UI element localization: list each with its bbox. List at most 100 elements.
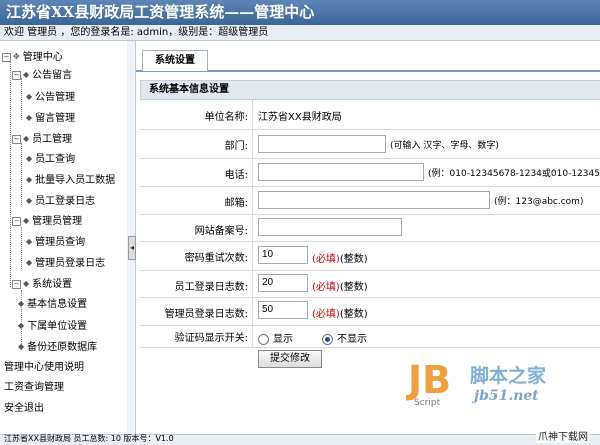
tree-group-employees[interactable]: − ◆ 员工管理 xyxy=(12,129,72,149)
sidebar-item-label: 基本信息设置 xyxy=(27,299,88,310)
node-icon: ◆ xyxy=(26,154,33,163)
unit-name-value: 江苏省XX县财政局 xyxy=(258,112,342,123)
tree-group-system-settings[interactable]: − ◆ 系统设置 xyxy=(12,274,72,294)
form-row-phone: 电话: (例：010-12345678-1234或010-12345678或 xyxy=(140,159,600,187)
sidebar-item-employee-login-log[interactable]: ◆ 员工登录日志 xyxy=(26,191,95,211)
watermark-brand: 脚本之家 xyxy=(470,365,547,387)
form-row-department: 部门: (可输入 汉字、字母、数字) xyxy=(140,130,600,159)
tree-connector xyxy=(10,59,11,287)
panel-title: 系统基本信息设置 xyxy=(140,80,600,100)
row-divider xyxy=(252,215,253,241)
sidebar-link-salary-query[interactable]: 工资查询管理 xyxy=(4,378,64,398)
required-marker: (必填) xyxy=(312,282,340,293)
sidebar-link-help[interactable]: 管理中心使用说明 xyxy=(4,358,84,378)
submit-button[interactable]: 提交修改 xyxy=(258,350,322,368)
sidebar-item-backup-restore[interactable]: ◆ 备份还原数据库 xyxy=(18,337,97,357)
radio-hide[interactable] xyxy=(322,333,333,345)
integer-note: (整数) xyxy=(339,309,368,320)
department-hint: (可输入 汉字、字母、数字) xyxy=(390,141,499,151)
node-icon: ◆ xyxy=(18,299,25,308)
radio-show[interactable] xyxy=(258,333,269,345)
captcha-hide-option[interactable]: 不显示 xyxy=(322,330,367,345)
sidebar-item-label: 批量导入员工数据 xyxy=(35,175,116,186)
password-retry-input[interactable] xyxy=(258,246,308,264)
captcha-show-option[interactable]: 显示 xyxy=(258,330,293,345)
sidebar-item-message-mgmt[interactable]: ◆ 留言管理 xyxy=(26,108,75,128)
sidebar-item-label: 留言管理 xyxy=(35,113,76,124)
node-icon: ◆ xyxy=(23,134,30,143)
form-row-emp-log-days: 员工登录日志数: (必填)(整数) xyxy=(140,271,600,298)
radio-show-label: 显示 xyxy=(273,334,293,345)
department-label: 部门: xyxy=(224,141,248,152)
email-input[interactable] xyxy=(258,191,490,209)
sidebar-item-subunits[interactable]: ◆ 下属单位设置 xyxy=(18,316,87,336)
integer-note: (整数) xyxy=(339,282,368,293)
sidebar-item-label: 公告管理 xyxy=(35,92,76,103)
admin-log-days-input[interactable] xyxy=(258,301,308,319)
root-node-icon: ✥ xyxy=(13,52,20,61)
sidebar-item-label: 管理员登录日志 xyxy=(35,258,106,269)
row-divider xyxy=(252,130,253,158)
logo-letters: JB xyxy=(406,358,451,402)
welcome-text: 欢迎 管理员 ，您的登录名是: admin，级别是：超级管理员 xyxy=(4,27,269,38)
tree-group-admins[interactable]: − ◆ 管理员管理 xyxy=(12,211,82,231)
node-icon: ◆ xyxy=(26,258,33,267)
node-icon: ◆ xyxy=(23,70,30,79)
node-icon: ◆ xyxy=(23,279,30,288)
sidebar-item-basic-info[interactable]: ◆ 基本信息设置 xyxy=(18,294,87,314)
sidebar-item-batch-import[interactable]: ◆ 批量导入员工数据 xyxy=(26,170,115,190)
email-label: 邮箱: xyxy=(224,198,248,209)
collapse-icon[interactable]: − xyxy=(12,216,21,226)
node-icon: ◆ xyxy=(26,237,33,246)
icp-input[interactable] xyxy=(258,218,402,236)
emp-log-days-label: 员工登录日志数: xyxy=(174,282,248,293)
form-row-unit-name: 单位名称: 江苏省XX县财政局 xyxy=(140,99,600,130)
welcome-bar: 欢迎 管理员 ，您的登录名是: admin，级别是：超级管理员 xyxy=(0,25,600,41)
collapse-icon[interactable]: − xyxy=(2,52,11,62)
collapse-icon[interactable]: − xyxy=(12,70,21,80)
emp-log-days-input[interactable] xyxy=(258,274,308,292)
tree-connector xyxy=(21,143,22,205)
department-input[interactable] xyxy=(258,135,386,153)
watermark-domain: jb51.net xyxy=(474,388,539,404)
icp-label: 网站备案号: xyxy=(194,226,248,237)
form-row-icp: 网站备案号: xyxy=(140,215,600,242)
required-marker: (必填) xyxy=(312,254,340,265)
emp-log-days-hint: (必填)(整数) xyxy=(312,278,368,293)
tree-group-announcements[interactable]: − ◆ 公告留言 xyxy=(12,65,72,85)
logo-caption: Script xyxy=(414,398,441,407)
row-divider xyxy=(252,242,253,270)
tree-group-label: 管理员管理 xyxy=(32,216,83,227)
collapse-sidebar-icon[interactable]: ◂ xyxy=(128,236,136,260)
sidebar-link-logout[interactable]: 安全退出 xyxy=(4,399,44,419)
collapse-icon[interactable]: − xyxy=(12,279,21,289)
phone-hint: (例：010-12345678-1234或010-12345678或 xyxy=(428,169,600,179)
row-divider xyxy=(252,326,253,347)
tree-root-management[interactable]: − ✥ 管理中心 xyxy=(2,47,63,67)
sidebar-item-employee-query[interactable]: ◆ 员工查询 xyxy=(26,149,75,169)
tree-root-label: 管理中心 xyxy=(22,52,63,63)
tab-system-settings[interactable]: 系统设置 xyxy=(142,50,208,71)
password-retry-label: 密码重试次数: xyxy=(184,253,248,264)
panel-title-text: 系统基本信息设置 xyxy=(149,84,229,95)
node-icon: ◆ xyxy=(26,113,33,122)
phone-label: 电话: xyxy=(224,170,248,181)
tree-connector xyxy=(21,227,22,269)
node-icon: ◆ xyxy=(18,342,25,351)
email-hint: (例：123@abc.com) xyxy=(494,197,584,207)
password-retry-hint: (必填)(整数) xyxy=(312,250,368,265)
sidebar-item-label: 管理员查询 xyxy=(35,237,86,248)
status-text: 江苏省XX县财政局 员工总数: 10 版本号：V1.0 xyxy=(4,434,174,443)
collapse-icon[interactable]: − xyxy=(12,134,21,144)
admin-log-days-hint: (必填)(整数) xyxy=(312,305,368,320)
sidebar-item-admin-login-log[interactable]: ◆ 管理员登录日志 xyxy=(26,253,105,273)
tree-group-label: 系统设置 xyxy=(32,279,73,290)
sidebar-item-admin-query[interactable]: ◆ 管理员查询 xyxy=(26,232,85,252)
node-icon: ◆ xyxy=(26,175,33,184)
sidebar-item-announcement-mgmt[interactable]: ◆ 公告管理 xyxy=(26,87,75,107)
watermark-corner: 爪神下载网 xyxy=(536,428,590,443)
phone-input[interactable] xyxy=(258,163,424,181)
form-row-captcha: 验证码显示开关: 显示 不显示 xyxy=(140,326,600,348)
form-row-email: 邮箱: (例：123@abc.com) xyxy=(140,187,600,215)
sidebar-item-label: 员工登录日志 xyxy=(35,196,96,207)
